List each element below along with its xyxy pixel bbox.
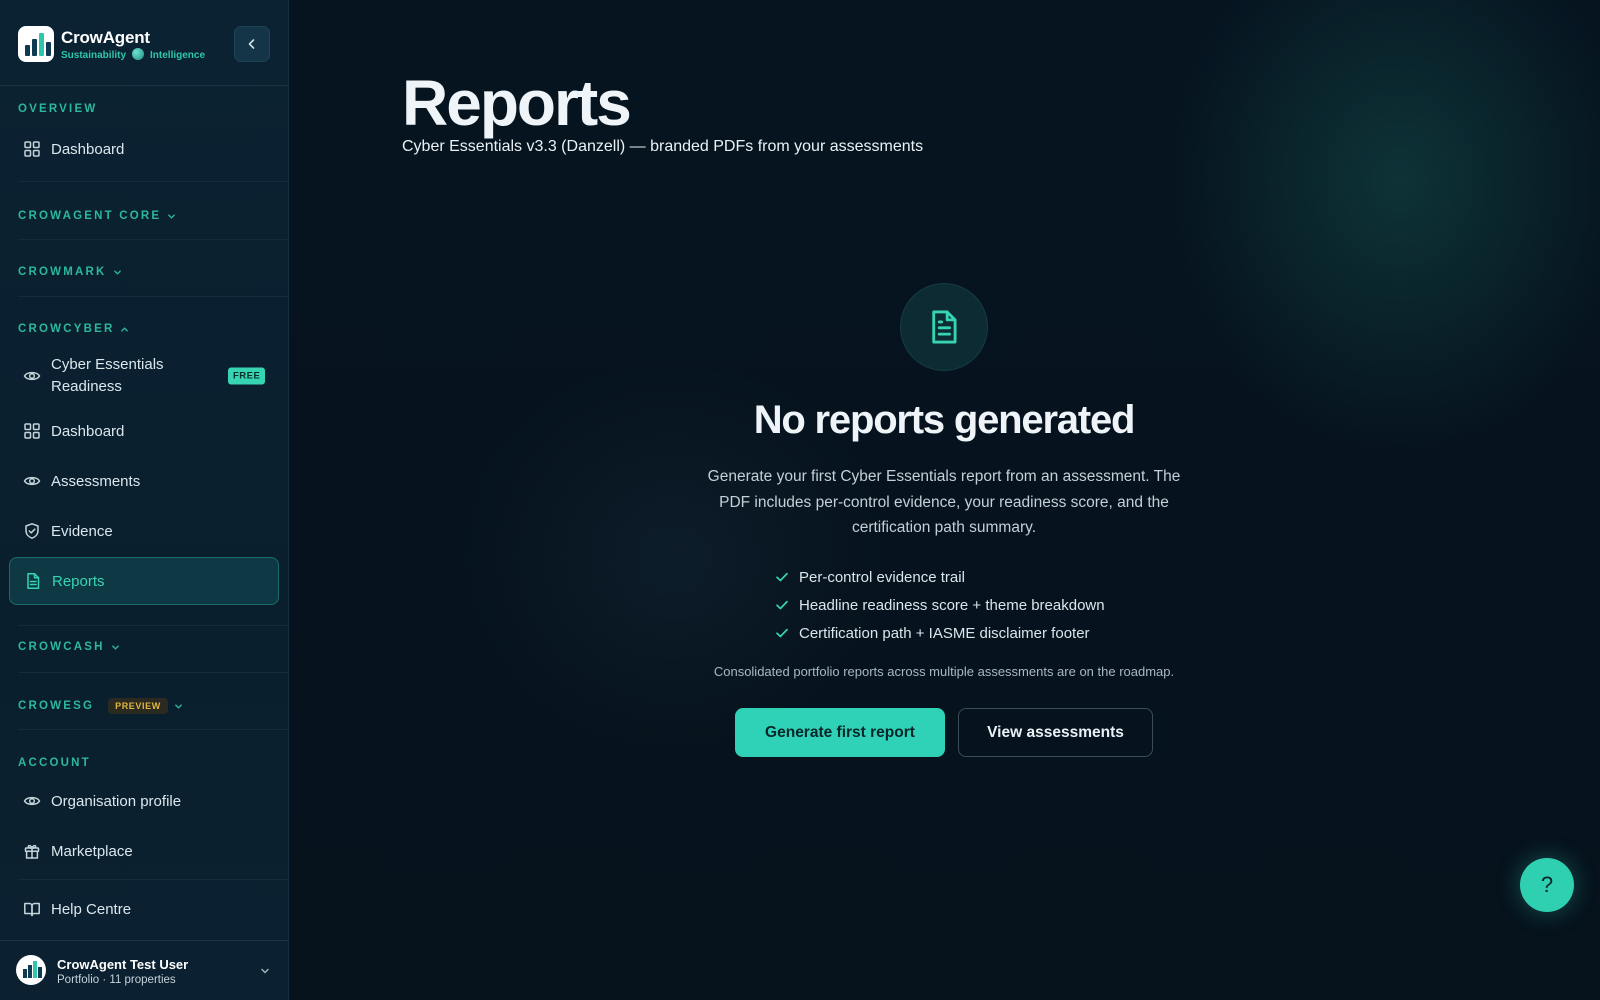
user-name: CrowAgent Test User <box>57 957 189 972</box>
brand-tagline: Sustainability Intelligence <box>61 48 205 61</box>
sidebar-item-label: Evidence <box>51 522 113 540</box>
section-crowmark[interactable]: CROWMARK <box>18 266 122 278</box>
sidebar: CrowAgent Sustainability Intelligence OVE… <box>0 0 289 1000</box>
roadmap-note: Consolidated portfolio reports across mu… <box>713 664 1175 679</box>
free-badge: FREE <box>228 367 266 385</box>
sidebar-item-label: Dashboard <box>51 422 125 440</box>
sidebar-item-label: Organisation profile <box>51 792 182 810</box>
sidebar-item-assessments[interactable]: Assessments <box>9 458 279 504</box>
feature-item: Certification path + IASME disclaimer fo… <box>775 619 1175 647</box>
section-mark-label: CROWMARK <box>18 266 107 278</box>
sidebar-item-label: Cyber Essentials Readiness <box>51 356 164 395</box>
section-overview-label: OVERVIEW <box>18 103 98 115</box>
section-crowesg[interactable]: CROWESG PREVIEW <box>18 698 183 714</box>
sidebar-item-cyber-dashboard[interactable]: Dashboard <box>9 408 279 454</box>
section-crowcyber[interactable]: CROWCYBER <box>18 323 129 335</box>
divider <box>18 296 288 297</box>
sidebar-item-marketplace[interactable]: Marketplace <box>9 828 279 874</box>
generate-first-report-button[interactable]: Generate first report <box>735 708 945 757</box>
sidebar-item-label: Reports <box>52 572 105 590</box>
divider <box>18 672 288 673</box>
brand-name: CrowAgent <box>61 28 150 47</box>
feature-list: Per-control evidence trail Headline read… <box>775 563 1175 647</box>
eye-icon <box>23 796 41 806</box>
chevron-down-icon <box>111 644 119 650</box>
divider <box>18 181 288 182</box>
empty-state-description: Generate your first Cyber Essentials rep… <box>707 468 1181 536</box>
book-open-icon <box>24 902 40 917</box>
preview-badge: PREVIEW <box>108 698 168 714</box>
user-menu[interactable]: CrowAgent Test User Portfolio · 11 prope… <box>0 940 289 1000</box>
globe-icon <box>132 48 145 60</box>
feature-item: Headline readiness score + theme breakdo… <box>775 591 1175 619</box>
section-account: ACCOUNT <box>18 757 91 769</box>
page-title: Reports <box>402 67 632 139</box>
divider <box>18 625 288 626</box>
sidebar-item-help-centre[interactable]: Help Centre <box>9 886 279 932</box>
sidebar-item-label: Dashboard <box>51 140 125 158</box>
section-esg-label: CROWESG <box>18 700 95 712</box>
section-core-label: CROWAGENT CORE <box>18 210 162 222</box>
check-icon <box>776 628 788 638</box>
brand-header: CrowAgent Sustainability Intelligence <box>0 0 289 86</box>
help-button[interactable]: ? <box>1520 858 1574 912</box>
section-crowagent-core[interactable]: CROWAGENT CORE <box>18 210 176 222</box>
feature-item: Per-control evidence trail <box>775 563 1175 591</box>
feature-text: Headline readiness score + theme breakdo… <box>799 596 1105 614</box>
feature-text: Certification path + IASME disclaimer fo… <box>799 624 1090 642</box>
user-subtitle: Portfolio · 11 properties <box>57 974 176 986</box>
sidebar-item-evidence[interactable]: Evidence <box>9 508 279 554</box>
empty-state-title: No reports generated <box>753 398 1136 442</box>
section-crowcash[interactable]: CROWCASH <box>18 641 120 653</box>
empty-state-icon <box>900 283 988 371</box>
sidebar-item-label: Marketplace <box>51 842 133 860</box>
chevron-left-icon <box>248 39 255 49</box>
sidebar-item-dashboard[interactable]: Dashboard <box>9 126 279 172</box>
eye-icon <box>23 371 41 381</box>
file-text-icon <box>932 310 957 344</box>
avatar <box>16 955 46 985</box>
view-assessments-button[interactable]: View assessments <box>958 708 1153 757</box>
grid-icon <box>24 141 40 157</box>
grid-icon <box>24 423 40 439</box>
divider <box>18 239 288 240</box>
sidebar-item-label: Help Centre <box>51 900 132 918</box>
brand-tag-right: Intelligence <box>150 50 206 61</box>
section-overview: OVERVIEW <box>18 103 97 115</box>
chevron-down-icon <box>113 269 121 275</box>
section-account-label: ACCOUNT <box>18 757 91 769</box>
chevron-up-icon <box>121 326 129 332</box>
main-content: Reports Cyber Essentials v3.3 (Danzell) … <box>289 0 1600 1000</box>
shield-check-icon <box>25 523 39 539</box>
section-cyber-label: CROWCYBER <box>18 323 115 335</box>
sidebar-item-organisation-profile[interactable]: Organisation profile <box>9 778 279 824</box>
divider <box>18 879 288 880</box>
section-cash-label: CROWCASH <box>18 641 105 653</box>
feature-text: Per-control evidence trail <box>799 568 965 586</box>
check-icon <box>776 572 788 582</box>
eye-icon <box>23 476 41 486</box>
chevron-down-icon <box>168 213 176 219</box>
sidebar-item-cyber-essentials-readiness[interactable]: Cyber Essentials Readiness FREE <box>9 352 279 400</box>
page-subtitle: Cyber Essentials v3.3 (Danzell) — brande… <box>402 138 924 155</box>
sidebar-item-reports[interactable]: Reports <box>9 557 279 605</box>
check-icon <box>776 600 788 610</box>
sidebar-item-label: Assessments <box>51 472 141 490</box>
collapse-sidebar-button[interactable] <box>234 26 270 62</box>
chevron-down-icon <box>174 703 182 709</box>
gift-icon <box>24 844 40 859</box>
chevron-down-icon <box>261 968 269 974</box>
file-text-icon <box>27 573 40 589</box>
brand-tag-left: Sustainability <box>61 50 127 61</box>
divider <box>18 729 288 730</box>
crowagent-logo[interactable] <box>18 26 54 62</box>
